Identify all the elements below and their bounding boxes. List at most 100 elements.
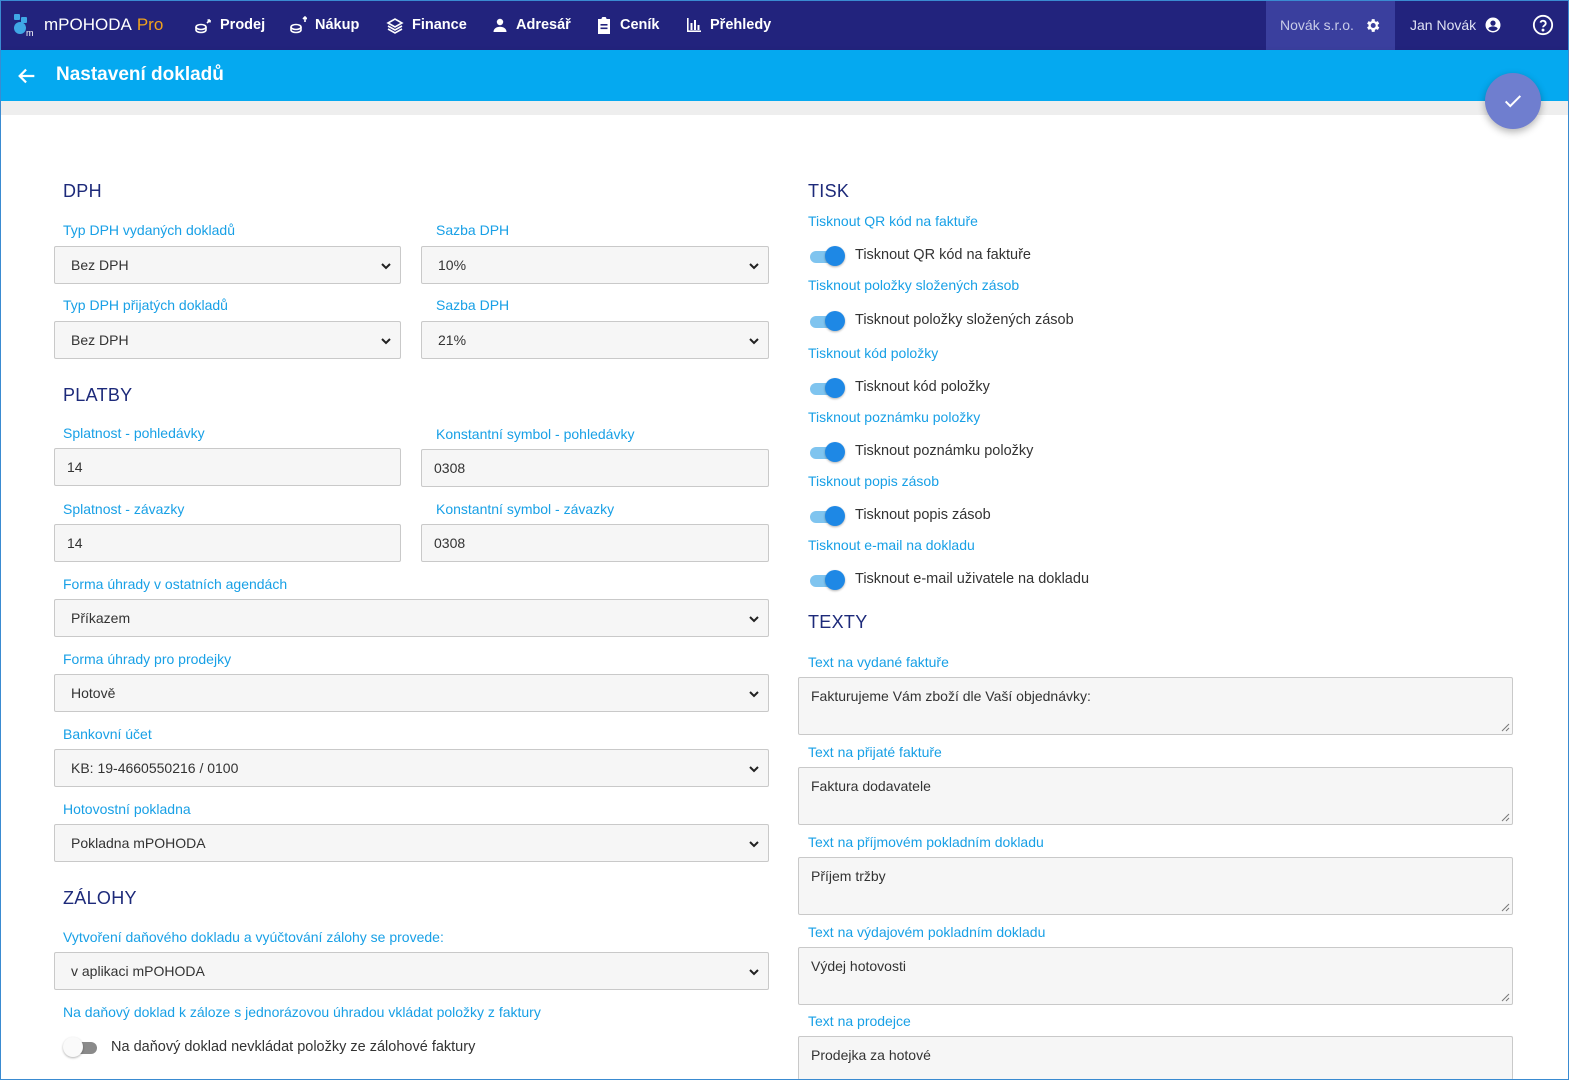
text-vydaj-textarea[interactable]: Výdej hotovosti	[798, 947, 1513, 1005]
user-menu[interactable]: Jan Novák	[1410, 0, 1502, 50]
tisk-poznamka-toggle[interactable]	[808, 441, 846, 463]
tisk-slozene-toggle[interactable]	[808, 310, 846, 332]
ks-zav-label: Konstantní symbol - závazky	[436, 501, 615, 517]
tisk-popis-toggle-label: Tisknout popis zásob	[855, 507, 991, 523]
tisk-qr-label: Tisknout QR kód na faktuře	[808, 213, 978, 229]
user-name: Jan Novák	[1410, 17, 1477, 33]
check-icon	[1504, 95, 1522, 108]
nav-finance-label: Finance	[412, 17, 467, 33]
zalohy-polozky-toggle-label: Na daňový doklad nevkládat položky ze zá…	[111, 1039, 476, 1055]
spl-pohl-input[interactable]: 14	[54, 448, 401, 486]
text-prijem-label: Text na příjmovém pokladním dokladu	[808, 834, 1044, 850]
forma-ost-select[interactable]: Příkazem	[54, 599, 769, 637]
nav-cenik[interactable]: Ceník	[596, 0, 660, 50]
tisk-email-toggle[interactable]	[808, 569, 846, 591]
zalohy-polozky-toggle[interactable]	[63, 1036, 101, 1058]
resize-grip-icon[interactable]	[1501, 903, 1510, 912]
tisk-kod-toggle-label: Tisknout kód položky	[855, 379, 990, 395]
forma-prod-value: Hotově	[71, 685, 116, 701]
page-header: Nastavení dokladů	[0, 50, 1569, 101]
text-prijem-textarea[interactable]: Příjem tržby	[798, 857, 1513, 915]
text-prodejka-value: Prodejka za hotové	[811, 1047, 931, 1063]
chevron-down-icon	[749, 616, 759, 623]
nav-adresar-label: Adresář	[516, 17, 571, 33]
dph-vydane-select[interactable]: Bez DPH	[54, 246, 401, 284]
ks-pohl-input[interactable]: 0308	[421, 449, 769, 487]
vytvoreni-value: v aplikaci mPOHODA	[71, 963, 205, 979]
section-zalohy-title: ZÁLOHY	[63, 888, 137, 908]
chevron-down-icon	[749, 338, 759, 345]
back-button[interactable]	[16, 65, 38, 92]
spl-pohl-label: Splatnost - pohledávky	[63, 425, 205, 441]
logo-icon: m	[14, 14, 34, 37]
resize-grip-icon[interactable]	[1501, 813, 1510, 822]
ucet-label: Bankovní účet	[63, 726, 152, 742]
nav-prehledy-label: Přehledy	[710, 17, 772, 33]
nav-adresar[interactable]: Adresář	[492, 0, 571, 50]
company-selector[interactable]: Novák s.r.o.	[1266, 0, 1395, 50]
svg-text:m: m	[26, 28, 34, 37]
nav-prodej[interactable]: Prodej	[194, 0, 265, 50]
tisk-slozene-label: Tisknout položky složených zásob	[808, 277, 1020, 293]
vytvoreni-label: Vytvoření daňového dokladu a vyúčtování …	[63, 929, 444, 945]
section-texty-title: TEXTY	[808, 612, 868, 632]
sazba2-select[interactable]: 21%	[421, 321, 769, 359]
tisk-poznamka-label: Tisknout poznámku položky	[808, 409, 981, 425]
section-dph-title: DPH	[63, 181, 102, 201]
nav-prehledy[interactable]: Přehledy	[686, 0, 771, 50]
toggle-knob	[825, 506, 845, 526]
vytvoreni-select[interactable]: v aplikaci mPOHODA	[54, 952, 769, 990]
chevron-down-icon	[381, 263, 391, 270]
logo-text: mPOHODA	[44, 15, 132, 34]
forma-ost-value: Příkazem	[71, 610, 131, 626]
toggle-knob	[825, 246, 845, 266]
sazba2-value: 21%	[438, 332, 467, 348]
dph-prijate-select[interactable]: Bez DPH	[54, 321, 401, 359]
section-platby-title: PLATBY	[63, 385, 133, 405]
tisk-slozene-toggle-label: Tisknout položky složených zásob	[855, 312, 1074, 328]
save-button[interactable]	[1485, 73, 1541, 129]
tisk-email-label: Tisknout e-mail na dokladu	[808, 537, 975, 553]
resize-grip-icon[interactable]	[1501, 993, 1510, 1002]
text-vydana-textarea[interactable]: Fakturujeme Vám zboží dle Vaší objednávk…	[798, 677, 1513, 735]
ks-zav-input[interactable]: 0308	[421, 524, 769, 562]
pokladna-label: Hotovostní pokladna	[63, 801, 191, 817]
forma-ost-label: Forma úhrady v ostatních agendách	[63, 576, 288, 592]
toggle-knob	[825, 311, 845, 331]
nav-nakup[interactable]: Nákup	[289, 0, 359, 50]
text-vydana-label: Text na vydané faktuře	[808, 654, 949, 670]
pokladna-select[interactable]: Pokladna mPOHODA	[54, 824, 769, 862]
nav-cenik-label: Ceník	[620, 17, 660, 33]
bar-chart-icon	[687, 18, 701, 32]
company-name: Novák s.r.o.	[1280, 17, 1354, 33]
dph-vydane-value: Bez DPH	[71, 257, 129, 273]
toggle-knob	[825, 570, 845, 590]
text-prijata-value: Faktura dodavatele	[811, 778, 931, 794]
dph-prijate-label: Typ DPH přijatých dokladů	[63, 297, 228, 313]
text-prijem-value: Příjem tržby	[811, 868, 886, 884]
help-button[interactable]	[1532, 14, 1554, 41]
ucet-select[interactable]: KB: 19-4660550216 / 0100	[54, 749, 769, 787]
forma-prod-select[interactable]: Hotově	[54, 674, 769, 712]
text-prodejka-textarea[interactable]: Prodejka za hotové	[798, 1036, 1513, 1080]
section-tisk-title: TISK	[808, 181, 850, 201]
app-logo[interactable]: m mPOHODA Pro	[12, 13, 163, 37]
text-prijata-label: Text na přijaté faktuře	[808, 744, 942, 760]
toggle-knob	[825, 442, 845, 462]
text-prodejka-label: Text na prodejce	[808, 1013, 911, 1029]
sazba2-label: Sazba DPH	[436, 297, 510, 313]
tisk-qr-toggle[interactable]	[808, 245, 846, 267]
ucet-value: KB: 19-4660550216 / 0100	[71, 760, 239, 776]
resize-grip-icon[interactable]	[1501, 723, 1510, 732]
sazba1-value: 10%	[438, 257, 467, 273]
spl-zav-input[interactable]: 14	[54, 524, 401, 562]
nav-nakup-label: Nákup	[315, 17, 360, 33]
top-nav: m mPOHODA Pro Prodej Nákup Finance Adres…	[0, 0, 1569, 50]
tisk-popis-toggle[interactable]	[808, 505, 846, 527]
coins-out-icon	[195, 19, 211, 34]
tisk-kod-toggle[interactable]	[808, 377, 846, 399]
dph-prijate-value: Bez DPH	[71, 332, 129, 348]
nav-finance[interactable]: Finance	[386, 0, 467, 50]
sazba1-select[interactable]: 10%	[421, 246, 769, 284]
text-prijata-textarea[interactable]: Faktura dodavatele	[798, 767, 1513, 825]
